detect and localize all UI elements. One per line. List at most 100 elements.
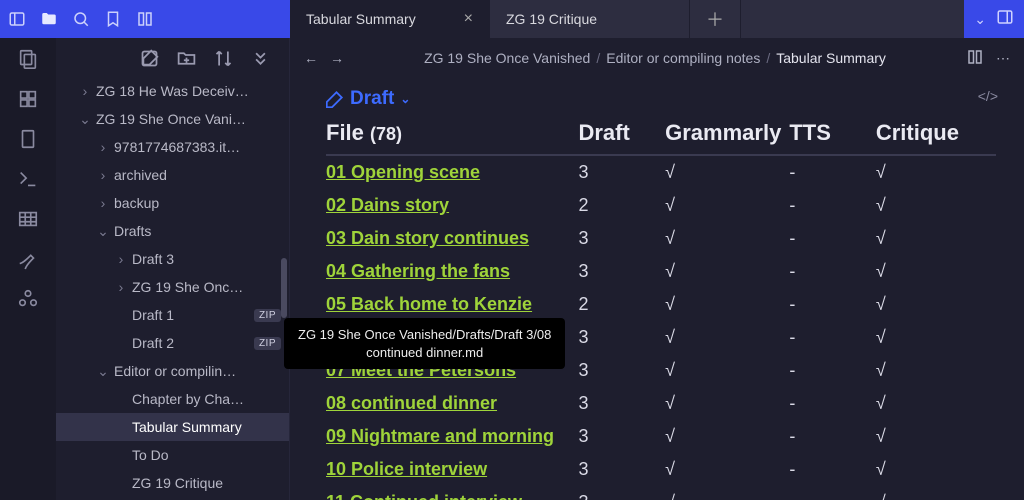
- file-cell: 03 Dain story continues: [326, 222, 578, 255]
- search-icon[interactable]: [72, 10, 90, 28]
- terminal-icon[interactable]: [17, 168, 39, 190]
- code-icon[interactable]: </>: [978, 88, 998, 104]
- file-link[interactable]: 09 Nightmare and morning: [326, 426, 554, 446]
- table-icon[interactable]: [17, 208, 39, 230]
- panel-right-icon[interactable]: [996, 8, 1014, 31]
- path-tooltip: ZG 19 She Once Vanished/Drafts/Draft 3/0…: [284, 318, 565, 369]
- tts-cell: -: [789, 189, 876, 222]
- topbar-right-controls: ⌄: [964, 0, 1024, 38]
- critique-cell: √: [876, 486, 996, 500]
- critique-cell: √: [876, 354, 996, 387]
- file-link[interactable]: 04 Gathering the fans: [326, 261, 510, 281]
- file-link[interactable]: 01 Opening scene: [326, 162, 480, 182]
- cluster-icon[interactable]: [17, 288, 39, 310]
- nav-forward-icon[interactable]: →: [330, 50, 344, 66]
- grammarly-cell: √: [665, 288, 789, 321]
- close-icon[interactable]: ×: [464, 10, 473, 28]
- col-grammarly: Grammarly: [665, 114, 789, 155]
- critique-cell: √: [876, 189, 996, 222]
- tree-folder[interactable]: ⌄Drafts: [56, 217, 289, 245]
- tree-file[interactable]: Draft 1ZIP: [56, 301, 289, 329]
- new-note-icon[interactable]: [139, 48, 160, 69]
- tree-file[interactable]: To Do: [56, 441, 289, 469]
- file-link[interactable]: 08 continued dinner: [326, 393, 497, 413]
- tree-folder[interactable]: ›Draft 3: [56, 245, 289, 273]
- tree-folder[interactable]: ⌄ZG 19 She Once Vani…: [56, 105, 289, 133]
- col-file: File (78): [326, 114, 578, 155]
- file-cell: 08 continued dinner: [326, 387, 578, 420]
- chevron-down-icon: ⌄: [400, 92, 410, 106]
- tree-folder[interactable]: ›backup: [56, 189, 289, 217]
- tab-zg19-critique[interactable]: ZG 19 Critique: [490, 0, 690, 38]
- scrollbar-thumb[interactable]: [281, 258, 287, 318]
- tts-cell: -: [789, 486, 876, 500]
- tts-cell: -: [789, 420, 876, 453]
- sort-icon[interactable]: [213, 48, 234, 69]
- table-row: 08 continued dinner3√-√: [326, 387, 996, 420]
- bookmark-icon[interactable]: [104, 10, 122, 28]
- tab-tabular-summary[interactable]: Tabular Summary ×: [290, 0, 490, 38]
- chevron-right-icon: ›: [114, 279, 128, 295]
- tree-folder[interactable]: ›ZG 19 She Onc…: [56, 273, 289, 301]
- critique-cell: √: [876, 420, 996, 453]
- file-link[interactable]: 02 Dains story: [326, 195, 449, 215]
- explorer-toolbar: [56, 38, 289, 77]
- tree-folder[interactable]: ⌄Editor or compilin…: [56, 357, 289, 385]
- grammarly-cell: √: [665, 255, 789, 288]
- draft-cell: 3: [578, 222, 665, 255]
- tree-file[interactable]: Draft 2ZIP: [56, 329, 289, 357]
- table-row: 10 Police interview3√-√: [326, 453, 996, 486]
- file-link[interactable]: 03 Dain story continues: [326, 228, 529, 248]
- grid-icon[interactable]: [17, 88, 39, 110]
- table-row: 01 Opening scene3√-√: [326, 155, 996, 189]
- file-link[interactable]: 05 Back home to Kenzie: [326, 294, 532, 314]
- pen-icon[interactable]: [17, 248, 39, 270]
- zip-badge: ZIP: [254, 309, 281, 322]
- draft-cell: 3: [578, 420, 665, 453]
- tree-file-selected[interactable]: Tabular Summary: [56, 413, 289, 441]
- chevron-down-icon[interactable]: ⌄: [974, 11, 986, 28]
- draft-cell: 3: [578, 255, 665, 288]
- file-cell: 11 Continued interview: [326, 486, 578, 500]
- grammarly-cell: √: [665, 155, 789, 189]
- documents-icon[interactable]: [17, 128, 39, 150]
- critique-cell: √: [876, 222, 996, 255]
- critique-cell: √: [876, 155, 996, 189]
- new-tab-button[interactable]: ＋: [690, 0, 741, 38]
- collapse-icon[interactable]: [250, 48, 271, 69]
- tree-folder[interactable]: ›ZG 18 He Was Deceiv…: [56, 77, 289, 105]
- draft-cell: 3: [578, 453, 665, 486]
- nav-back-icon[interactable]: ←: [304, 50, 318, 66]
- file-explorer: ›ZG 18 He Was Deceiv… ⌄ZG 19 She Once Va…: [56, 38, 290, 500]
- critique-cell: √: [876, 453, 996, 486]
- draft-cell: 2: [578, 189, 665, 222]
- tree-folder[interactable]: ›archived: [56, 161, 289, 189]
- new-folder-icon[interactable]: [176, 48, 197, 69]
- chevron-right-icon: ›: [96, 195, 110, 211]
- table-row: 04 Gathering the fans3√-√: [326, 255, 996, 288]
- chevron-down-icon: ⌄: [96, 223, 110, 240]
- tree-folder[interactable]: ›9781774687383.it…: [56, 133, 289, 161]
- critique-cell: √: [876, 387, 996, 420]
- plus-icon: ＋: [706, 6, 724, 32]
- more-icon[interactable]: ⋯: [996, 50, 1010, 67]
- col-critique: Critique: [876, 114, 996, 155]
- file-link[interactable]: 10 Police interview: [326, 459, 487, 479]
- grammarly-cell: √: [665, 453, 789, 486]
- folder-icon[interactable]: [40, 10, 58, 28]
- library-icon[interactable]: [136, 10, 154, 28]
- tree-file[interactable]: Chapter by Cha…: [56, 385, 289, 413]
- tts-cell: -: [789, 321, 876, 354]
- summary-table: File (78) Draft Grammarly TTS Critique 0…: [326, 114, 996, 500]
- tree-file[interactable]: ZG 19 Critique: [56, 469, 289, 497]
- chevron-down-icon: ⌄: [96, 363, 110, 380]
- file-link[interactable]: 11 Continued interview: [326, 492, 522, 500]
- panel-left-icon[interactable]: [8, 10, 26, 28]
- files-icon[interactable]: [17, 48, 39, 70]
- zip-badge: ZIP: [254, 337, 281, 350]
- draft-heading[interactable]: Draft ⌄: [326, 88, 996, 110]
- grammarly-cell: √: [665, 420, 789, 453]
- tts-cell: -: [789, 222, 876, 255]
- reading-view-icon[interactable]: [966, 48, 984, 69]
- breadcrumb[interactable]: ZG 19 She Once Vanished/Editor or compil…: [356, 50, 954, 66]
